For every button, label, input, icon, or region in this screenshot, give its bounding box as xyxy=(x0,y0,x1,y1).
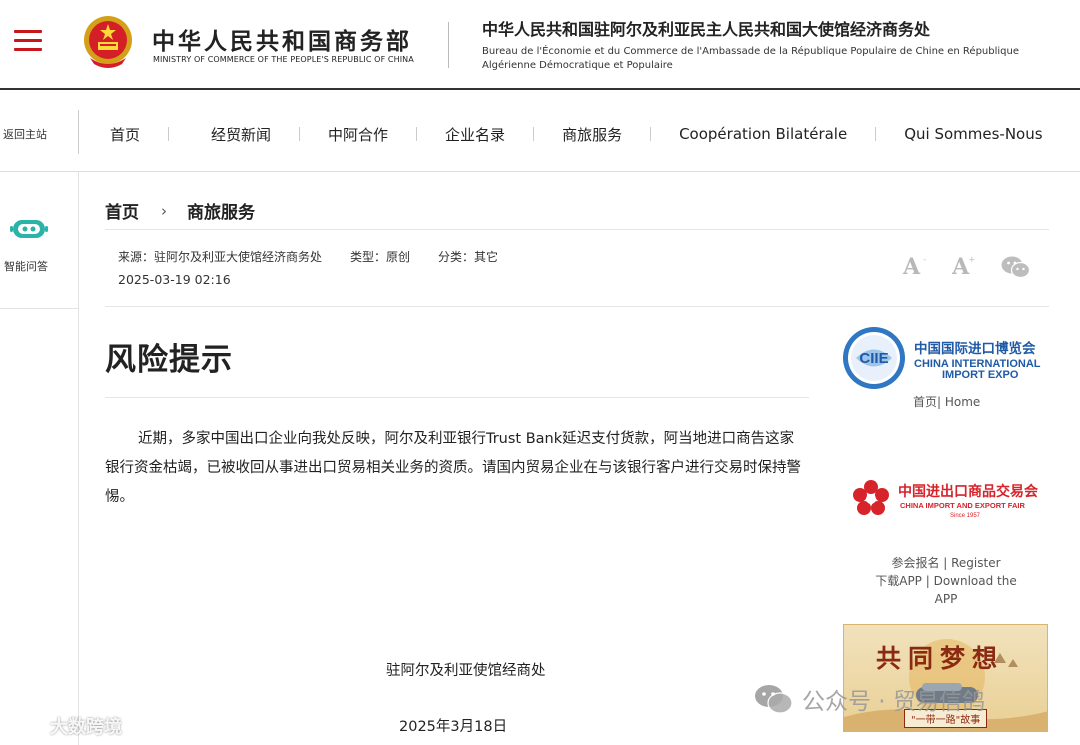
nav-item-company-directory[interactable]: 企业名录 xyxy=(445,124,505,145)
canton-since: Since 1957 xyxy=(950,513,981,519)
main-nav: 返回主站 首页 经贸新闻 中阿合作 企业名录 商旅服务 Coopération … xyxy=(0,90,1080,172)
nav-separator xyxy=(650,127,652,141)
ciie-name-en-2: IMPORT EXPO xyxy=(942,369,1019,381)
bureau-name-cn: 中华人民共和国驻阿尔及利亚民主人民共和国大使馆经济商务处 xyxy=(482,20,931,39)
meta-source: 来源：驻阿尔及利亚大使馆经济商务处 xyxy=(118,250,323,264)
ministry-name-en: MINISTRY OF COMMERCE OF THE PEOPLE'S REP… xyxy=(153,55,414,64)
article-tools: A- A + xyxy=(903,254,1031,280)
article-signature-org: 驻阿尔及利亚使馆经商处 xyxy=(386,663,546,679)
nav-item-business-travel[interactable]: 商旅服务 xyxy=(562,124,622,145)
font-decrease-letter: A xyxy=(903,254,921,280)
ministry-name-cn[interactable]: 中华人民共和国商务部 xyxy=(152,22,412,56)
canton-name-en: CHINA IMPORT AND EXPORT FAIR xyxy=(900,501,1025,510)
site-header: 中华人民共和国商务部 MINISTRY OF COMMERCE OF THE P… xyxy=(0,0,1080,90)
canton-fair-logo[interactable]: 中国进出口商品交易会 CHINA IMPORT AND EXPORT FAIR … xyxy=(850,478,1042,520)
nav-separator xyxy=(416,127,418,141)
font-decrease-icon[interactable]: A- xyxy=(903,254,926,280)
breadcrumb: 首页 › 商旅服务 xyxy=(105,198,255,224)
article-meta: 来源：驻阿尔及利亚大使馆经济商务处 类型：原创 分类：其它 xyxy=(118,248,526,265)
article-title: 风险提示 xyxy=(105,342,233,378)
menu-icon[interactable] xyxy=(14,30,42,52)
canton-name-cn: 中国进出口商品交易会 xyxy=(898,483,1039,500)
font-increase-letter: A xyxy=(952,254,970,280)
nav-separator xyxy=(875,127,877,141)
ciie-mark: CIIE xyxy=(859,350,888,367)
header-divider xyxy=(448,22,449,68)
ciie-home-link[interactable]: 首页| Home xyxy=(913,393,980,410)
meta-category: 分类：其它 xyxy=(438,250,499,264)
back-to-main-site-link[interactable]: 返回主站 xyxy=(3,126,47,142)
ai-assistant-label[interactable]: 智能问答 xyxy=(4,258,48,274)
nav-items: 首页 经贸新闻 中阿合作 企业名录 商旅服务 Coopération Bilat… xyxy=(110,122,1043,146)
font-decrease-sign: - xyxy=(923,255,927,264)
bureau-name-fr: Bureau de l'Économie et du Commerce de l… xyxy=(482,46,1019,71)
wechat-watermark-icon xyxy=(755,685,793,714)
article-body: 近期，多家中国出口企业向我处反映，阿尔及利亚银行Trust Bank延迟支付货款… xyxy=(105,431,801,505)
banner-title: 共同梦想 xyxy=(876,644,1005,673)
divider xyxy=(105,397,809,398)
ciie-logo[interactable]: CIIE 中国国际进口博览会 CHINA INTERNATIONAL IMPOR… xyxy=(842,325,1050,391)
nav-separator xyxy=(168,127,170,141)
canton-links: 参会报名 | Register 下载APP | Download the APP xyxy=(864,554,1028,608)
font-increase-sign: + xyxy=(968,255,976,264)
nav-divider xyxy=(78,110,79,154)
nav-separator xyxy=(299,127,301,141)
watermark-left-text: 大数跨境 xyxy=(50,717,122,738)
nav-item-home[interactable]: 首页 xyxy=(110,124,140,145)
nav-item-china-algeria-cooperation[interactable]: 中阿合作 xyxy=(328,124,388,145)
watermark-right-text: 公众号 · 贸易信鸽 xyxy=(802,689,985,715)
font-increase-icon[interactable]: A + xyxy=(952,254,975,280)
watermark-logo-icon xyxy=(11,718,44,733)
ciie-name-cn: 中国国际进口博览会 xyxy=(914,340,1036,357)
left-sidebar: 智能问答 xyxy=(0,172,79,745)
nav-item-about-us[interactable]: Qui Sommes-Nous xyxy=(904,125,1042,143)
breadcrumb-current[interactable]: 商旅服务 xyxy=(187,198,255,223)
divider xyxy=(105,306,1049,307)
watermark-right: 公众号 · 贸易信鸽 xyxy=(754,682,985,716)
breadcrumb-chevron-icon: › xyxy=(161,201,167,220)
canton-download-app-link[interactable]: 下载APP | Download the APP xyxy=(864,572,1028,608)
wechat-share-icon[interactable] xyxy=(1001,255,1031,279)
watermark-left: 大数跨境 xyxy=(10,713,122,739)
national-emblem-icon[interactable] xyxy=(82,14,134,70)
meta-date: 2025-03-19 02:16 xyxy=(118,272,231,287)
meta-type: 类型：原创 xyxy=(350,250,411,264)
article-signature-date: 2025年3月18日 xyxy=(399,719,508,735)
nav-separator xyxy=(533,127,535,141)
canton-register-link[interactable]: 参会报名 | Register xyxy=(864,554,1028,572)
ai-assistant-icon[interactable] xyxy=(10,215,48,243)
divider xyxy=(105,229,1049,230)
nav-item-trade-news[interactable]: 经贸新闻 xyxy=(211,124,271,145)
nav-item-bilateral-cooperation[interactable]: Coopération Bilatérale xyxy=(679,125,847,143)
sidebar-divider xyxy=(0,308,78,309)
breadcrumb-home[interactable]: 首页 xyxy=(105,198,139,223)
